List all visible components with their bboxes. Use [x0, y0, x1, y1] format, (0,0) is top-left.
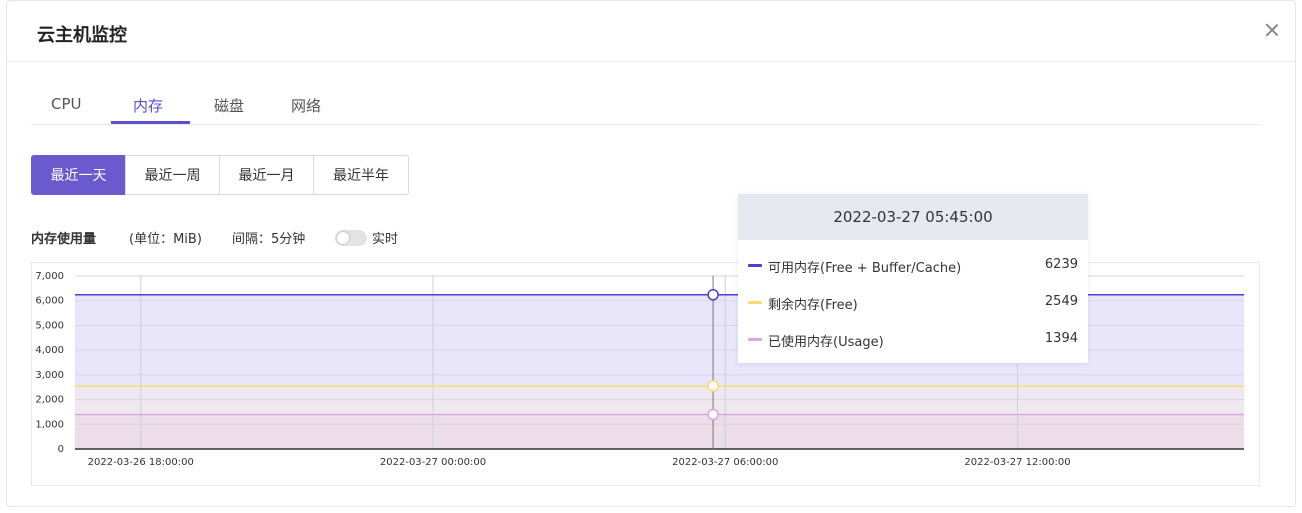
- tab-disk[interactable]: 磁盘: [214, 95, 244, 116]
- metric-interval: 间隔：5分钟: [232, 232, 306, 247]
- metric-title: 内存使用量: [31, 232, 97, 247]
- x-tick-label: 2022-03-27 00:00:00: [380, 457, 486, 468]
- metric-tabs: CPU 内存 磁盘 网络: [31, 93, 1260, 125]
- x-tick-label: 2022-03-27 12:00:00: [964, 457, 1070, 468]
- range-button-day[interactable]: 最近一天: [31, 155, 126, 195]
- realtime-label: 实时: [372, 232, 399, 247]
- y-tick-label: 6,000: [35, 296, 64, 307]
- range-button-week[interactable]: 最近一周: [125, 155, 220, 195]
- time-range-group: 最近一天 最近一周 最近一月 最近半年: [31, 155, 409, 195]
- tab-network[interactable]: 网络: [291, 95, 321, 116]
- tab-cpu[interactable]: CPU: [51, 95, 82, 113]
- hover-point: [707, 289, 719, 301]
- x-tick-label: 2022-03-27 06:00:00: [672, 457, 778, 468]
- tooltip-value: 1394: [1044, 331, 1078, 346]
- toggle-knob: [337, 232, 349, 244]
- tab-memory[interactable]: 内存: [133, 95, 163, 116]
- metric-unit: (单位：MiB): [129, 232, 202, 247]
- y-tick-label: 0: [58, 444, 64, 455]
- tooltip-swatch: [748, 338, 762, 341]
- dialog-header: 云主机监控: [7, 1, 1295, 62]
- range-button-half-year[interactable]: 最近半年: [313, 155, 409, 195]
- y-tick-label: 5,000: [35, 320, 64, 331]
- hover-point: [707, 380, 719, 392]
- hover-point: [707, 408, 719, 421]
- tooltip-swatch: [748, 301, 762, 304]
- x-tick-label: 2022-03-26 18:00:00: [88, 457, 194, 468]
- tooltip-row: 已使用内存(Usage) 1394: [748, 330, 1078, 350]
- tooltip-label: 可用内存(Free + Buffer/Cache): [768, 261, 962, 276]
- y-tick-label: 7,000: [35, 271, 64, 282]
- tooltip-row: 剩余内存(Free) 2549: [748, 293, 1078, 313]
- series-area: [75, 414, 1244, 449]
- range-button-month[interactable]: 最近一月: [219, 155, 314, 195]
- close-icon[interactable]: [1265, 23, 1279, 37]
- y-tick-label: 1,000: [35, 419, 64, 430]
- y-tick-label: 3,000: [35, 370, 64, 381]
- realtime-toggle[interactable]: [335, 230, 367, 246]
- tooltip-row: 可用内存(Free + Buffer/Cache) 6239: [748, 256, 1078, 276]
- tooltip-time: 2022-03-27 05:45:00: [738, 194, 1088, 240]
- tooltip-swatch: [748, 264, 762, 267]
- y-tick-label: 4,000: [35, 345, 64, 356]
- y-tick-label: 2,000: [35, 395, 64, 406]
- active-tab-indicator: [111, 121, 190, 124]
- tooltip-label: 剩余内存(Free): [768, 298, 858, 313]
- tooltip-value: 2549: [1044, 294, 1078, 309]
- tooltip-value: 6239: [1044, 257, 1078, 272]
- tooltip-label: 已使用内存(Usage): [768, 335, 884, 350]
- dialog-title: 云主机监控: [37, 25, 127, 46]
- chart-tooltip: 2022-03-27 05:45:00 可用内存(Free + Buffer/C…: [738, 194, 1088, 363]
